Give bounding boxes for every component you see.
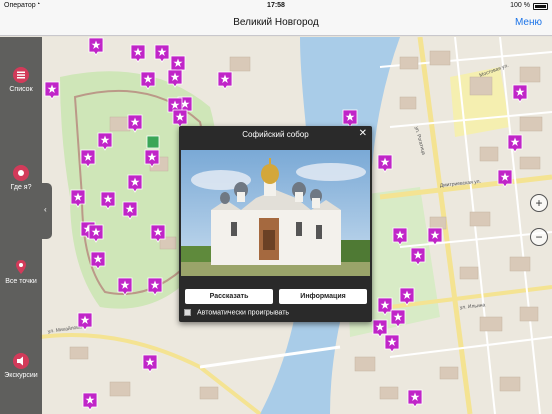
sidebar-item-label: Где я? [10, 184, 32, 191]
tell-button[interactable]: Рассказать [185, 289, 273, 304]
poi-marker[interactable] [407, 389, 423, 408]
poi-popup: Софийский собор ✕ Рассказать Информация … [179, 126, 372, 322]
green-map-marker-icon[interactable] [146, 135, 160, 149]
poi-marker[interactable] [88, 37, 104, 56]
poi-marker[interactable] [384, 334, 400, 353]
close-icon[interactable]: ✕ [359, 128, 367, 139]
zoom-out-button[interactable]: − [530, 228, 548, 246]
autoplay-option: Автоматически проигрывать [184, 309, 289, 316]
sidebar-item-label: Список [9, 86, 33, 93]
list-icon [13, 67, 29, 83]
street-label-ilina: ул. Ильина [460, 302, 486, 311]
page-title: Великий Новгород [233, 17, 319, 28]
poi-marker[interactable] [507, 134, 523, 153]
clock: 17:58 [267, 2, 285, 9]
menu-button[interactable]: Меню [515, 17, 542, 28]
sidebar-item-list[interactable]: Список [0, 67, 42, 93]
sidebar-toggle-handle[interactable]: ‹ [42, 183, 52, 239]
autoplay-checkbox[interactable] [184, 309, 191, 316]
map-pin-icon [16, 260, 26, 274]
sidebar-item-tours[interactable]: Экскурсии [0, 353, 42, 379]
poi-marker[interactable] [377, 154, 393, 173]
nav-bar: Великий Новгород Меню [0, 12, 552, 36]
info-button[interactable]: Информация [279, 289, 367, 304]
locate-icon [13, 165, 29, 181]
chevron-left-icon: ‹ [44, 205, 47, 214]
sidebar: Список Где я? Все точки Экскурсии [0, 37, 42, 414]
poi-marker[interactable] [142, 354, 158, 373]
cathedral-photo [181, 150, 370, 276]
popup-title: Софийский собор [242, 130, 309, 139]
battery-percent: 100 % [510, 2, 530, 9]
status-bar: Оператор ◔ 17:58 100 % [0, 0, 552, 12]
poi-marker[interactable] [372, 319, 388, 338]
zoom-in-button[interactable]: + [530, 194, 548, 212]
street-label-rogatica: ул. Рогатица [413, 126, 426, 156]
autoplay-label: Автоматически проигрывать [197, 309, 290, 317]
sidebar-item-where-am-i[interactable]: Где я? [0, 165, 42, 191]
sidebar-item-all-points[interactable]: Все точки [0, 259, 42, 285]
poi-marker[interactable] [82, 392, 98, 411]
sidebar-item-label: Все точки [5, 278, 37, 285]
poi-marker[interactable] [130, 44, 146, 63]
poi-marker[interactable] [44, 81, 60, 100]
poi-marker[interactable] [217, 71, 233, 90]
battery-icon [533, 3, 548, 10]
poi-marker[interactable] [512, 84, 528, 103]
poi-marker[interactable] [154, 44, 170, 63]
audio-tour-icon [13, 353, 29, 369]
sidebar-item-label: Экскурсии [4, 372, 38, 379]
